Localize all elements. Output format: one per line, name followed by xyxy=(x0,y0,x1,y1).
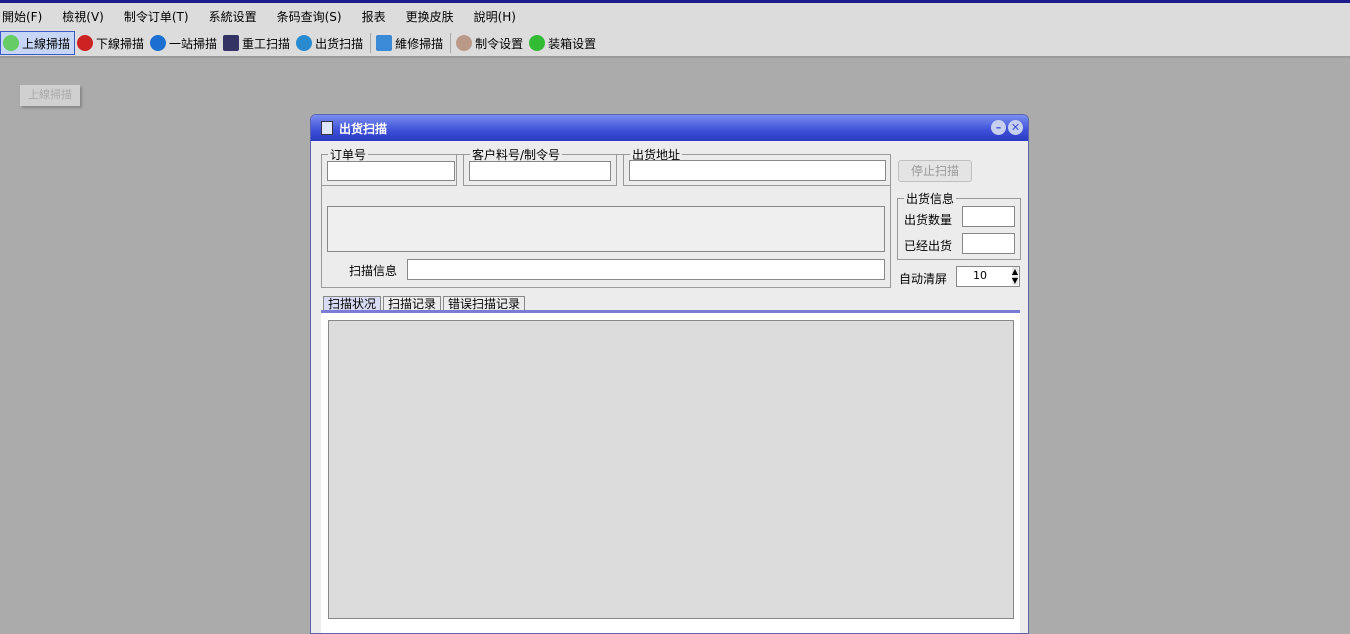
auto-clear-label: 自动清屏 xyxy=(899,272,948,286)
refresh-icon xyxy=(529,35,546,51)
server-icon xyxy=(376,35,393,51)
scan-status-area xyxy=(328,320,1014,619)
scan-info-input[interactable] xyxy=(407,259,885,280)
label: 下線掃描 xyxy=(96,36,145,51)
address-input[interactable] xyxy=(629,160,886,181)
label: 制令设置 xyxy=(475,36,524,51)
spinner-arrows-icon[interactable]: ▲ ▼ xyxy=(1011,267,1018,285)
dialog-title-bar: 出货扫描 xyxy=(311,115,1028,141)
apple-icon xyxy=(77,35,94,51)
auto-clear-spinner[interactable]: 10 ▲ ▼ xyxy=(956,266,1020,287)
tab-scan-status[interactable]: 扫描状况 xyxy=(323,296,382,311)
ship-scan-dialog: 出货扫描 – ✕ 订单号 客户料号/制令号 出货地址 扫描信息 停止扫描 出货信… xyxy=(310,114,1029,634)
dialog-title: 出货扫描 xyxy=(339,121,388,136)
menu-bar: 開始(F) 檢視(V) 制令订单(T) 系統设置 条码查询(S) 报表 更换皮肤… xyxy=(0,3,1350,30)
toolbar-rework-scan[interactable]: 重工扫描 xyxy=(221,31,294,55)
auto-clear-value: 10 xyxy=(973,269,987,282)
scan-textarea[interactable] xyxy=(327,206,885,252)
globe-icon xyxy=(3,35,19,51)
computer-icon xyxy=(223,35,240,51)
menu-skin[interactable]: 更换皮肤 xyxy=(406,8,454,25)
label: 維修掃描 xyxy=(395,36,444,51)
toolbar-single-scan[interactable]: 一站掃描 xyxy=(148,31,221,55)
stop-scan-button[interactable]: 停止扫描 xyxy=(898,160,972,182)
toolbar-ship-scan[interactable]: 出货扫描 xyxy=(294,31,367,55)
label: 上線掃描 xyxy=(22,36,71,51)
toolbar: 上線掃描 下線掃描 一站掃描 重工扫描 出货扫描 維修掃描 制令设置 装箱设置 xyxy=(0,30,1350,58)
label: 出货扫描 xyxy=(315,36,364,51)
tab-error-records[interactable]: 错误扫描记录 xyxy=(443,296,526,311)
toolbar-order-settings[interactable]: 制令设置 xyxy=(454,31,527,55)
shipped-label: 已经出货 xyxy=(904,239,953,253)
menu-barcode[interactable]: 条码查询(S) xyxy=(277,8,342,25)
shipped-input[interactable] xyxy=(962,233,1015,254)
menu-system[interactable]: 系統设置 xyxy=(209,8,257,25)
menu-start[interactable]: 開始(F) xyxy=(2,8,42,25)
label: 装箱设置 xyxy=(548,36,597,51)
menu-report[interactable]: 报表 xyxy=(362,8,386,25)
menu-orders[interactable]: 制令订单(T) xyxy=(124,8,189,25)
gear-icon xyxy=(456,35,473,51)
customer-input[interactable] xyxy=(469,161,611,181)
toolbar-online-scan[interactable]: 上線掃描 xyxy=(0,31,76,55)
ghost-online-scan-button[interactable]: 上線掃描 xyxy=(20,85,80,106)
computer-icon xyxy=(321,121,333,135)
close-button[interactable]: ✕ xyxy=(1008,120,1023,135)
separator xyxy=(450,33,452,53)
globe-arrow-icon xyxy=(296,35,313,51)
tab-scan-records[interactable]: 扫描记录 xyxy=(383,296,442,311)
info-icon xyxy=(150,35,167,51)
label: 重工扫描 xyxy=(242,36,291,51)
label: 一站掃描 xyxy=(169,36,218,51)
minimize-button[interactable]: – xyxy=(991,120,1006,135)
ship-qty-input[interactable] xyxy=(962,206,1015,227)
ship-info-label: 出货信息 xyxy=(904,190,957,207)
scan-info-label: 扫描信息 xyxy=(349,264,398,278)
toolbar-offline-scan[interactable]: 下線掃描 xyxy=(75,31,148,55)
menu-help[interactable]: 說明(H) xyxy=(474,8,516,25)
ship-qty-label: 出货数量 xyxy=(904,213,953,227)
order-input[interactable] xyxy=(327,161,455,181)
toolbar-packing-settings[interactable]: 装箱设置 xyxy=(527,31,600,55)
separator xyxy=(370,33,372,53)
menu-view[interactable]: 檢視(V) xyxy=(62,8,104,25)
toolbar-repair-scan[interactable]: 維修掃描 xyxy=(374,31,447,55)
